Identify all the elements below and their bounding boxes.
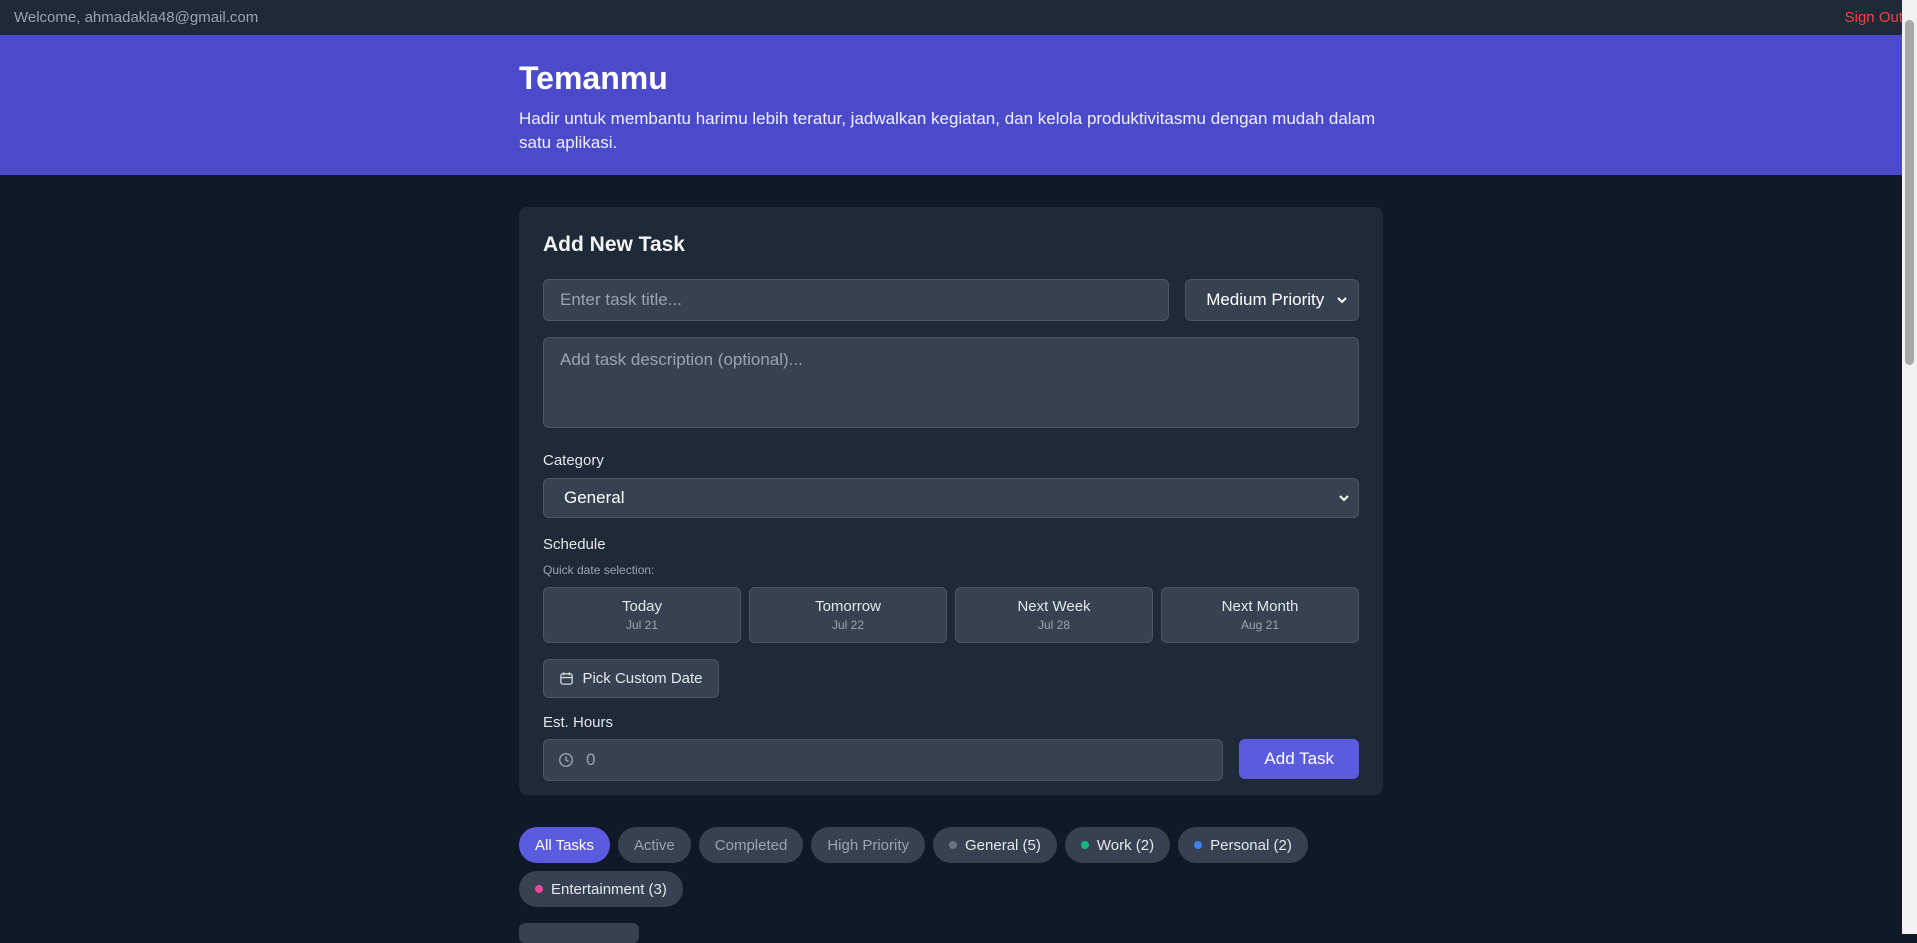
- filter-category-label: Entertainment (3): [551, 880, 667, 898]
- est-hours-placeholder: 0: [586, 750, 596, 769]
- schedule-label: Schedule: [543, 536, 606, 553]
- category-dot-icon: [535, 885, 543, 893]
- priority-select[interactable]: Medium Priority: [1185, 279, 1359, 321]
- task-description-textarea[interactable]: Add task description (optional)...: [543, 337, 1359, 428]
- task-description-placeholder: Add task description (optional)...: [560, 350, 803, 369]
- quick-date-label-text: Tomorrow: [815, 598, 881, 615]
- calendar-icon: [559, 671, 574, 686]
- filter-category-general[interactable]: General (5): [933, 827, 1057, 863]
- est-hours-label: Est. Hours: [543, 714, 614, 731]
- welcome-text: Welcome, ahmadakla48@gmail.com: [14, 9, 259, 26]
- filter-category-label: General (5): [965, 836, 1041, 854]
- category-select[interactable]: General: [543, 478, 1359, 518]
- scrollbar-thumb[interactable]: [1905, 20, 1914, 365]
- add-task-heading: Add New Task: [543, 233, 685, 256]
- quick-date-buttons: Today Jul 21 Tomorrow Jul 22 Next Week J…: [543, 587, 1359, 643]
- priority-value: Medium Priority: [1206, 290, 1325, 309]
- filter-completed[interactable]: Completed: [698, 827, 804, 863]
- task-title-placeholder: Enter task title...: [560, 290, 682, 309]
- est-hours-input[interactable]: 0: [543, 739, 1224, 781]
- sign-out-link[interactable]: Sign Out: [1845, 9, 1903, 26]
- quick-date-label-text: Today: [621, 598, 663, 615]
- quick-date-value: Jul 28: [1037, 618, 1071, 632]
- add-task-card: Add New Task Enter task title... Medium …: [519, 207, 1383, 795]
- filter-high-priority[interactable]: High Priority: [811, 827, 926, 863]
- category-dot-icon: [1194, 841, 1203, 849]
- quick-date-label-text: Next Month: [1221, 598, 1299, 615]
- quick-date-next-week-button[interactable]: Next Week Jul 28: [955, 587, 1153, 643]
- quick-date-value: Jul 21: [625, 618, 659, 632]
- filter-active[interactable]: Active: [617, 827, 691, 863]
- partial-button-below-fold[interactable]: [519, 923, 639, 943]
- filter-category-personal[interactable]: Personal (2): [1178, 827, 1308, 863]
- add-task-button[interactable]: Add Task: [1239, 739, 1359, 779]
- app-subtitle: Hadir untuk membantu harimu lebih teratu…: [519, 109, 1376, 153]
- category-dot-icon: [949, 841, 958, 849]
- page-scrollbar[interactable]: [1902, 0, 1917, 934]
- top-bar: Welcome, ahmadakla48@gmail.com Sign Out: [0, 0, 1917, 35]
- category-label: Category: [543, 452, 604, 469]
- task-title-input[interactable]: Enter task title...: [543, 279, 1170, 321]
- clock-icon: [558, 752, 574, 768]
- filter-category-entertainment[interactable]: Entertainment (3): [519, 871, 683, 907]
- quick-date-tomorrow-button[interactable]: Tomorrow Jul 22: [749, 587, 947, 643]
- quick-date-today-button[interactable]: Today Jul 21: [543, 587, 741, 643]
- pick-custom-date-label: Pick Custom Date: [582, 670, 703, 687]
- quick-date-label-text: Next Week: [1017, 598, 1091, 615]
- quick-date-value: Aug 21: [1240, 618, 1280, 632]
- quick-date-value: Jul 22: [831, 618, 865, 632]
- chevron-down-icon: [1338, 492, 1350, 504]
- hero-banner: Temanmu Hadir untuk membantu harimu lebi…: [0, 35, 1917, 175]
- chevron-down-icon: [1336, 294, 1348, 306]
- pick-custom-date-button[interactable]: Pick Custom Date: [543, 659, 719, 698]
- filter-category-label: Personal (2): [1210, 836, 1292, 854]
- filter-category-label: Work (2): [1096, 836, 1155, 854]
- filter-category-work[interactable]: Work (2): [1064, 827, 1171, 863]
- category-dot-icon: [1080, 841, 1089, 849]
- quick-date-next-month-button[interactable]: Next Month Aug 21: [1161, 587, 1359, 643]
- category-value: General: [564, 488, 625, 507]
- app-title: Temanmu: [519, 60, 668, 96]
- task-filters: All Tasks Active Completed High Priority…: [519, 827, 1389, 907]
- quick-date-label: Quick date selection:: [543, 563, 655, 577]
- filter-all-tasks[interactable]: All Tasks: [519, 827, 610, 863]
